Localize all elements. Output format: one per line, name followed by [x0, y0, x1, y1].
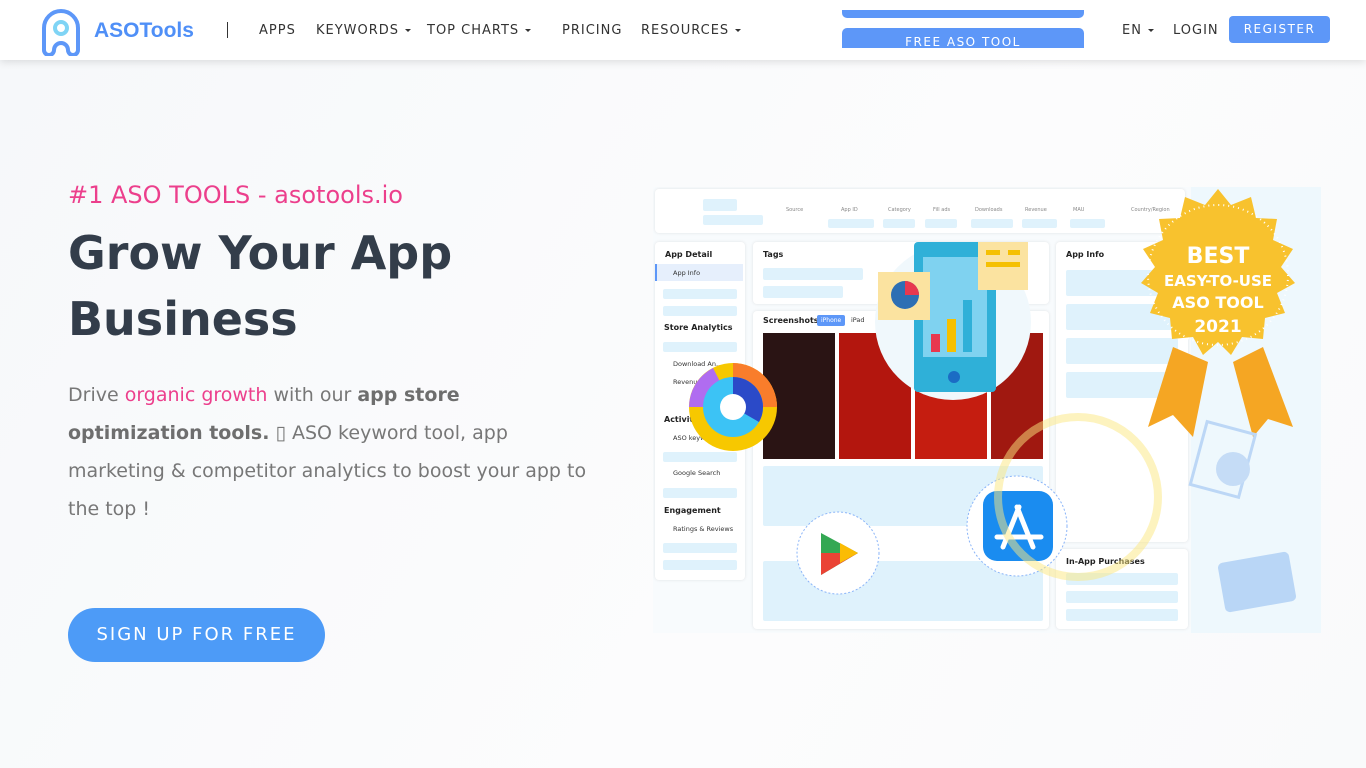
nav-top-charts[interactable]: TOP CHARTS [427, 23, 532, 38]
hero-illustration: Source App ID Category Fill ads Download… [653, 187, 1321, 633]
illustration-graphics: BEST EASY-TO-USE ASO TOOL 2021 [689, 189, 1297, 613]
svg-text:BEST: BEST [1187, 244, 1250, 269]
logo-icon [42, 9, 80, 56]
register-button[interactable]: REGISTER [1229, 16, 1330, 43]
caret-down-icon [525, 29, 532, 32]
svg-text:EASY-TO-USE: EASY-TO-USE [1164, 272, 1272, 290]
monitor-eye-icon [1217, 551, 1297, 613]
organic-growth-link[interactable]: organic growth [125, 384, 268, 406]
nav-resources[interactable]: RESOURCES [641, 23, 742, 38]
free-aso-tool-button[interactable]: FREE ASO TOOL [842, 28, 1084, 48]
top-nav: ASOTools APPS KEYWORDS TOP CHARTS PRICIN… [0, 0, 1366, 60]
logo[interactable]: ASOTools [38, 6, 194, 56]
hero-description: Drive organic growth with our app store … [68, 384, 587, 520]
nav-divider [227, 22, 228, 38]
caret-down-icon [735, 29, 742, 32]
language-selector[interactable]: EN [1122, 23, 1154, 38]
sign-up-button[interactable]: SIGN UP FOR FREE [68, 608, 325, 662]
svg-text:ASO TOOL: ASO TOOL [1172, 293, 1263, 312]
caret-down-icon [1147, 29, 1154, 32]
caret-down-icon [405, 29, 412, 32]
award-badge-icon [1141, 189, 1295, 437]
svg-text:2021: 2021 [1194, 317, 1241, 337]
nav-keywords[interactable]: KEYWORDS [316, 23, 412, 38]
login-link[interactable]: LOGIN [1173, 23, 1219, 38]
hero-title: Grow Your App Business [68, 226, 453, 346]
hero-tagline: #1 ASO TOOLS - asotools.io [68, 181, 403, 209]
nav-pricing[interactable]: PRICING [562, 23, 622, 38]
nav-apps[interactable]: APPS [259, 23, 296, 38]
promo-bar[interactable] [842, 10, 1084, 18]
